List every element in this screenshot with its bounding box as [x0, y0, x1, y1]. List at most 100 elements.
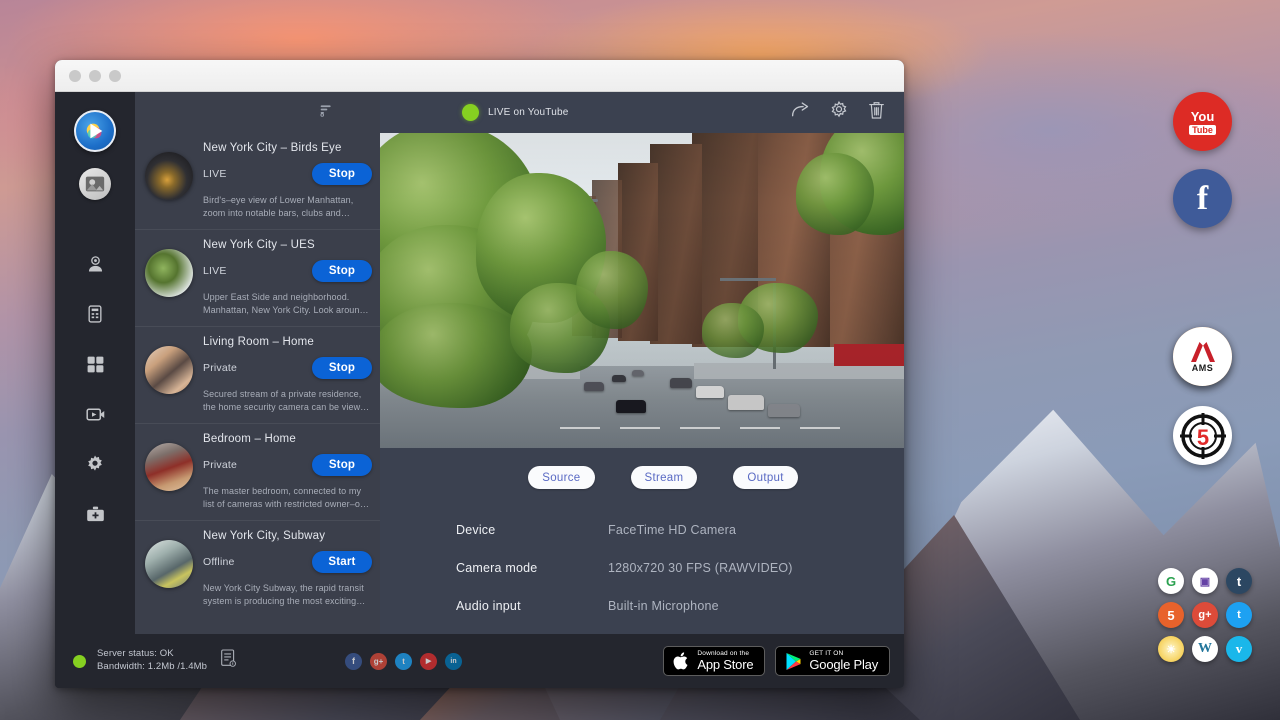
sidebar-item-dashboard[interactable]	[75, 344, 115, 384]
app-window: New York City – Birds Eye LIVE Stop Bird…	[55, 60, 904, 688]
youtube-dock-icon[interactable]: You Tube	[1173, 92, 1232, 151]
video-icon	[85, 404, 106, 425]
spec-value[interactable]: Built-in Microphone	[608, 599, 719, 613]
settings-button[interactable]	[829, 100, 849, 125]
sidebar-item-settings[interactable]	[75, 444, 115, 484]
window-minimize-button[interactable]	[89, 70, 101, 82]
list-item[interactable]: New York City – Birds Eye LIVE Stop Bird…	[135, 133, 380, 230]
share-button[interactable]	[790, 100, 811, 126]
camera-action-button[interactable]: Start	[312, 551, 372, 573]
stats-doc-icon	[220, 649, 237, 668]
filter-icon	[318, 102, 334, 118]
svg-text:5: 5	[1196, 425, 1208, 450]
bandwidth-label: Bandwidth: 1.2Mb /1.4Mb	[97, 661, 207, 674]
tumblr-mini-icon[interactable]: t	[1226, 568, 1252, 594]
camera-status: LIVE	[203, 168, 227, 180]
server-status-label: Server status: OK	[97, 648, 207, 661]
camera-list[interactable]: New York City – Birds Eye LIVE Stop Bird…	[135, 133, 380, 688]
camera-action-button[interactable]: Stop	[312, 357, 372, 379]
video-preview[interactable]	[380, 133, 904, 448]
camera-action-button[interactable]: Stop	[312, 163, 372, 185]
table-row: Device FaceTime HD Camera	[456, 523, 904, 537]
main-panel: LIVE on YouTube	[380, 92, 904, 688]
wordpress-mini-icon[interactable]: W	[1192, 636, 1218, 662]
youtube-label-you: You	[1191, 109, 1215, 124]
channel5-dock-icon[interactable]: 5	[1173, 406, 1232, 465]
app-logo[interactable]	[74, 110, 116, 152]
avatar-photo-icon	[84, 173, 106, 195]
bedroom-thumb	[145, 443, 193, 491]
user-avatar[interactable]	[79, 168, 111, 200]
googleplus-icon[interactable]: g+	[370, 653, 387, 670]
camera-action-button[interactable]: Stop	[312, 454, 372, 476]
window-maximize-button[interactable]	[109, 70, 121, 82]
camera-status: Private	[203, 362, 237, 374]
apple-icon	[673, 651, 690, 671]
sidebar-item-recordings[interactable]	[75, 394, 115, 434]
gear-icon	[85, 454, 105, 474]
spec-value[interactable]: FaceTime HD Camera	[608, 523, 736, 537]
camera-title: New York City – Birds Eye	[203, 142, 372, 154]
grid-icon	[86, 355, 105, 374]
status-bar: Server status: OK Bandwidth: 1.2Mb /1.4M…	[55, 634, 904, 688]
vimeo-mini-icon[interactable]: v	[1226, 636, 1252, 662]
share-icon	[790, 100, 811, 121]
twitter-icon[interactable]: t	[395, 653, 412, 670]
youtube-icon[interactable]: ▶	[420, 653, 437, 670]
table-row: Audio input Built-in Microphone	[456, 599, 904, 613]
adobe-a-icon	[1189, 340, 1217, 364]
five-mini-icon[interactable]: 5	[1158, 602, 1184, 628]
app-store-button[interactable]: Download on the App Store	[663, 646, 765, 676]
play-logo-icon	[84, 120, 106, 142]
camera-title: Living Room – Home	[203, 336, 372, 348]
sidebar-item-support[interactable]	[75, 494, 115, 534]
camera-action-button[interactable]: Stop	[312, 260, 372, 282]
camera-status: Private	[203, 459, 237, 471]
spec-key: Audio input	[456, 599, 608, 613]
adobe-ams-dock-icon-real[interactable]: AMS	[1173, 327, 1232, 386]
google-play-main-label: Google Play	[809, 658, 878, 672]
document-stats-icon[interactable]	[220, 649, 237, 673]
google-play-button[interactable]: GET IT ON Google Play	[775, 646, 890, 676]
facebook-dock-icon[interactable]: f	[1173, 169, 1232, 228]
left-sidebar	[55, 92, 135, 688]
window-close-button[interactable]	[69, 70, 81, 82]
play-triangle-icon	[785, 652, 802, 671]
crosshair-five-icon: 5	[1177, 410, 1229, 462]
live-status-badge: LIVE on YouTube	[462, 104, 568, 121]
delete-button[interactable]	[867, 100, 886, 126]
camera-list-panel: New York City – Birds Eye LIVE Stop Bird…	[135, 92, 380, 688]
camera-description: Upper East Side and neighborhood. Manhat…	[203, 291, 372, 317]
subway-thumb	[145, 540, 193, 588]
server-status: Server status: OK Bandwidth: 1.2Mb /1.4M…	[73, 648, 237, 674]
google-mini-icon[interactable]: G	[1158, 568, 1184, 594]
camera-icon	[85, 254, 106, 275]
main-toolbar: LIVE on YouTube	[380, 92, 904, 133]
tab-stream[interactable]: Stream	[631, 466, 698, 489]
spec-value[interactable]: 1280x720 30 FPS (RAWVIDEO)	[608, 561, 793, 575]
tab-source[interactable]: Source	[528, 466, 594, 489]
list-item[interactable]: New York City, Subway Offline Start New …	[135, 521, 380, 617]
desktop: New York City – Birds Eye LIVE Stop Bird…	[0, 0, 1280, 720]
list-item[interactable]: New York City – UES LIVE Stop Upper East…	[135, 230, 380, 327]
camera-title: Bedroom – Home	[203, 433, 372, 445]
list-item[interactable]: Bedroom – Home Private Stop The master b…	[135, 424, 380, 521]
twitter-mini-icon[interactable]: t	[1226, 602, 1252, 628]
youtube-label-tube: Tube	[1189, 125, 1216, 135]
filter-button[interactable]	[318, 102, 334, 123]
camera-description: Bird's–eye view of Lower Manhattan, zoom…	[203, 194, 372, 220]
live-status-label: LIVE on YouTube	[488, 107, 568, 118]
list-item[interactable]: Living Room – Home Private Stop Secured …	[135, 327, 380, 424]
window-titlebar[interactable]	[55, 60, 904, 92]
camera-title: New York City, Subway	[203, 530, 372, 542]
sidebar-item-cameras[interactable]	[75, 244, 115, 284]
twitch-mini-icon[interactable]: ▣	[1192, 568, 1218, 594]
tab-output[interactable]: Output	[733, 466, 797, 489]
googleplus-mini-icon[interactable]: g+	[1192, 602, 1218, 628]
linkedin-icon[interactable]: in	[445, 653, 462, 670]
sun-mini-icon[interactable]: ☀	[1158, 636, 1184, 662]
sidebar-item-reports[interactable]	[75, 294, 115, 334]
facebook-icon[interactable]: f	[345, 653, 362, 670]
nyc-birdseye-thumb	[145, 152, 193, 200]
device-spec-table: Device FaceTime HD Camera Camera mode 12…	[380, 489, 904, 637]
